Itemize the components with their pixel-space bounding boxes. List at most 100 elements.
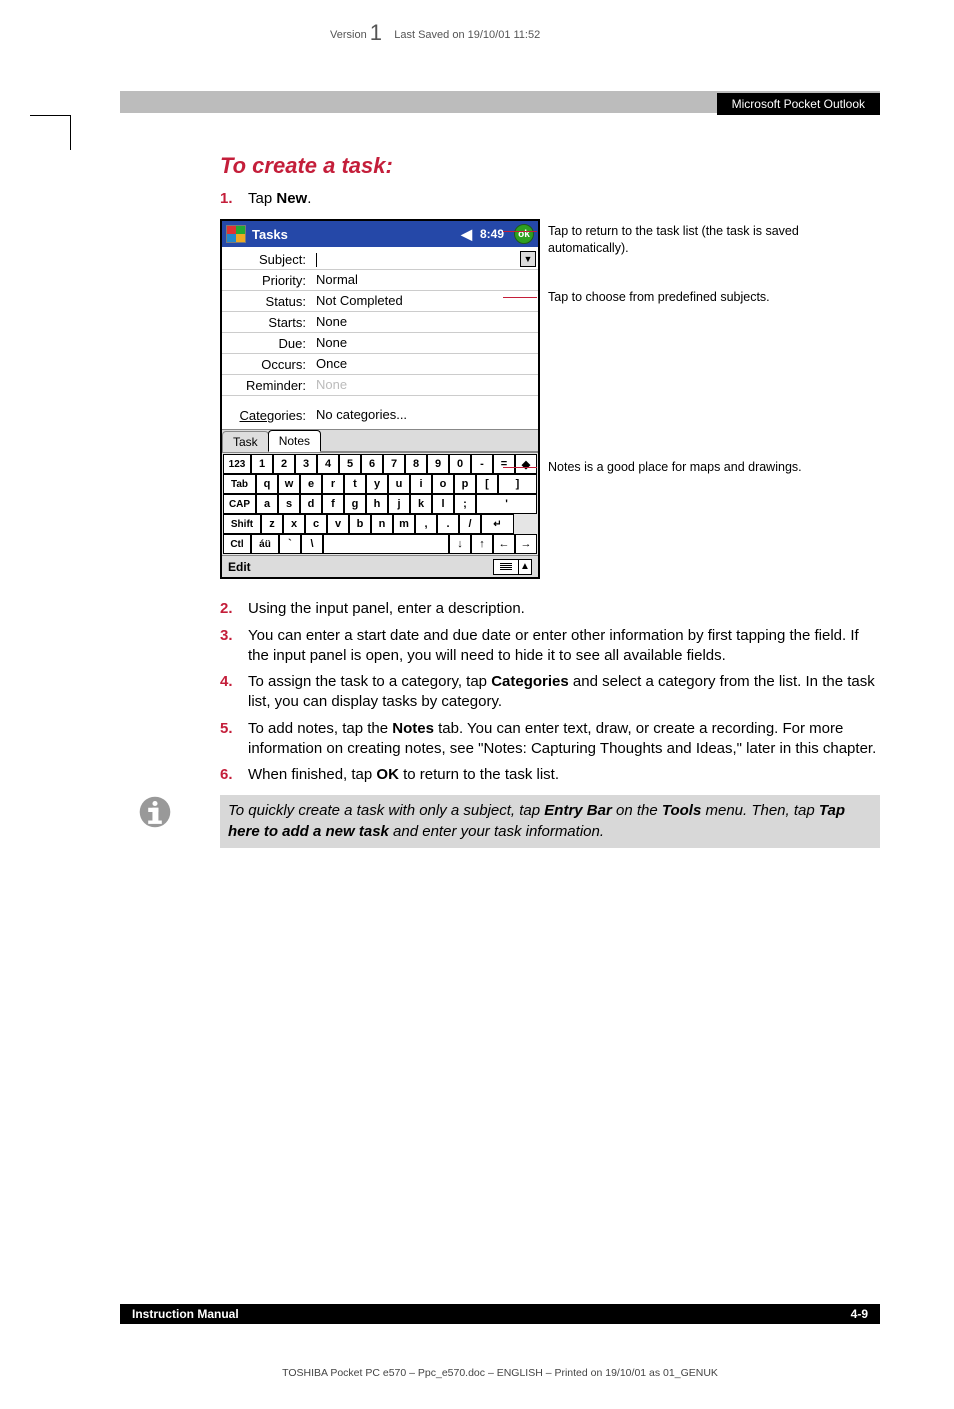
starts-value[interactable]: None: [312, 312, 538, 332]
volume-icon[interactable]: ◀: [461, 226, 472, 243]
kb-row-1: 1231234567890-=◆: [223, 454, 537, 474]
keyboard-key[interactable]: o: [432, 474, 454, 494]
keyboard-key[interactable]: x: [283, 514, 305, 534]
keyboard-key[interactable]: 9: [427, 454, 449, 474]
tab-task[interactable]: Task: [222, 431, 269, 452]
keyboard-key[interactable]: [: [476, 474, 498, 494]
clock[interactable]: 8:49: [480, 227, 504, 241]
keyboard-key[interactable]: 123: [223, 454, 251, 474]
keyboard-key[interactable]: ↓: [449, 534, 471, 554]
keyboard-key[interactable]: Shift: [223, 514, 261, 534]
keyboard-key[interactable]: b: [349, 514, 371, 534]
step-1-text: Tap: [248, 190, 276, 207]
categories-value[interactable]: No categories...: [312, 405, 538, 425]
keyboard-key[interactable]: n: [371, 514, 393, 534]
keyboard-key[interactable]: v: [327, 514, 349, 534]
step-6-bold: OK: [376, 766, 399, 783]
app-title: Tasks: [252, 227, 288, 242]
keyboard-key[interactable]: 5: [339, 454, 361, 474]
keyboard-key[interactable]: .: [437, 514, 459, 534]
keyboard-key[interactable]: f: [322, 494, 344, 514]
keyboard-key[interactable]: r: [322, 474, 344, 494]
subject-dropdown-icon[interactable]: ▼: [520, 251, 536, 267]
step-5: To add notes, tap the Notes tab. You can…: [220, 719, 880, 760]
keyboard-key[interactable]: 6: [361, 454, 383, 474]
page: Version 1 Last Saved on 19/10/01 11:52 M…: [120, 20, 880, 848]
keyboard-key[interactable]: e: [300, 474, 322, 494]
keyboard-key[interactable]: k: [410, 494, 432, 514]
step-1-post: .: [307, 190, 311, 207]
keyboard-options-icon[interactable]: ▲: [518, 559, 532, 575]
keyboard-key[interactable]: [323, 534, 449, 554]
keyboard-key[interactable]: g: [344, 494, 366, 514]
keyboard-key[interactable]: ]: [498, 474, 537, 494]
keyboard-key[interactable]: a: [256, 494, 278, 514]
step-4-pre: To assign the task to a category, tap: [248, 673, 491, 690]
on-screen-keyboard[interactable]: 1231234567890-=◆ Tabqwertyuiop[] CAPasdf…: [222, 452, 538, 555]
reminder-label: Reminder:: [222, 376, 312, 395]
keyboard-key[interactable]: ↵: [481, 514, 514, 534]
keyboard-key[interactable]: ↑: [471, 534, 493, 554]
tab-notes[interactable]: Notes: [268, 430, 321, 452]
keyboard-key[interactable]: ;: [454, 494, 476, 514]
keyboard-key[interactable]: m: [393, 514, 415, 534]
version-header: Version 1 Last Saved on 19/10/01 11:52: [330, 20, 880, 46]
step-5-pre: To add notes, tap the: [248, 720, 392, 737]
version-number: 1: [370, 20, 382, 45]
keyboard-key[interactable]: `: [279, 534, 301, 554]
keyboard-key[interactable]: Ctl: [223, 534, 251, 554]
keyboard-key[interactable]: z: [261, 514, 283, 534]
kb-row-5: Ctláü`\ ↓↑←→: [223, 534, 537, 554]
keyboard-key[interactable]: p: [454, 474, 476, 494]
keyboard-key[interactable]: CAP: [223, 494, 256, 514]
keyboard-key[interactable]: q: [256, 474, 278, 494]
annotation-ok: Tap to return to the task list (the task…: [540, 223, 880, 257]
step-2: Using the input panel, enter a descripti…: [220, 599, 880, 619]
keyboard-key[interactable]: \: [301, 534, 323, 554]
due-value[interactable]: None: [312, 333, 538, 353]
keyboard-key[interactable]: Tab: [223, 474, 256, 494]
step-4-bold: Categories: [491, 673, 569, 690]
screenshot-row: Tasks ◀ 8:49 ok Subject: ▼: [220, 219, 880, 579]
keyboard-key[interactable]: d: [300, 494, 322, 514]
keyboard-key[interactable]: i: [410, 474, 432, 494]
footer-note: TOSHIBA Pocket PC e570 – Ppc_e570.doc – …: [120, 1367, 880, 1379]
keyboard-key[interactable]: j: [388, 494, 410, 514]
keyboard-key[interactable]: 1: [251, 454, 273, 474]
keyboard-key[interactable]: /: [459, 514, 481, 534]
edit-menu[interactable]: Edit: [228, 560, 251, 574]
keyboard-key[interactable]: ◆: [515, 454, 537, 474]
keyboard-key[interactable]: 7: [383, 454, 405, 474]
keyboard-key[interactable]: l: [432, 494, 454, 514]
keyboard-key[interactable]: u: [388, 474, 410, 494]
keyboard-toggle-icon[interactable]: [493, 559, 519, 575]
keyboard-key[interactable]: áü: [251, 534, 279, 554]
keyboard-key[interactable]: 8: [405, 454, 427, 474]
keyboard-key[interactable]: 4: [317, 454, 339, 474]
keyboard-key[interactable]: 3: [295, 454, 317, 474]
keyboard-key[interactable]: h: [366, 494, 388, 514]
ok-button[interactable]: ok: [514, 224, 534, 244]
status-value[interactable]: Not Completed: [312, 291, 538, 311]
start-menu-icon[interactable]: [226, 225, 246, 243]
keyboard-key[interactable]: →: [515, 534, 537, 554]
keyboard-key[interactable]: w: [278, 474, 300, 494]
chapter-band: Microsoft Pocket Outlook: [120, 91, 880, 113]
subject-input[interactable]: ▼: [312, 249, 538, 269]
occurs-value[interactable]: Once: [312, 354, 538, 374]
keyboard-key[interactable]: y: [366, 474, 388, 494]
priority-value[interactable]: Normal: [312, 270, 538, 290]
keyboard-key[interactable]: s: [278, 494, 300, 514]
keyboard-key[interactable]: 0: [449, 454, 471, 474]
step-5-bold: Notes: [392, 720, 434, 737]
keyboard-key[interactable]: ,: [415, 514, 437, 534]
reminder-value[interactable]: None: [312, 375, 538, 395]
keyboard-key[interactable]: ': [476, 494, 537, 514]
keyboard-key[interactable]: 2: [273, 454, 295, 474]
keyboard-key[interactable]: t: [344, 474, 366, 494]
keyboard-key[interactable]: c: [305, 514, 327, 534]
step-6-pre: When finished, tap: [248, 766, 376, 783]
keyboard-key[interactable]: =: [493, 454, 515, 474]
keyboard-key[interactable]: -: [471, 454, 493, 474]
keyboard-key[interactable]: ←: [493, 534, 515, 554]
